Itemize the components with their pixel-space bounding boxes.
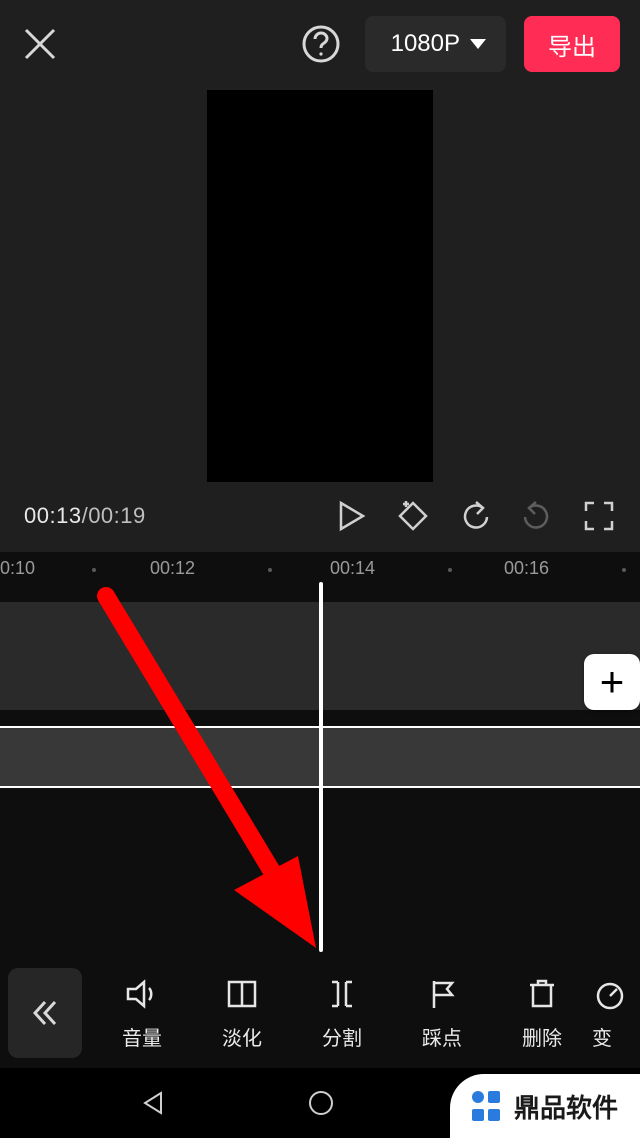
play-icon[interactable] [334,499,368,533]
tool-label: 分割 [322,1022,362,1051]
nav-back-icon[interactable] [139,1089,167,1117]
tool-fade[interactable]: 淡化 [192,967,292,1059]
tool-label: 音量 [122,1022,162,1051]
tools-scroll[interactable]: 音量 淡化 分割 踩点 删 [92,958,640,1068]
redo-icon[interactable] [520,499,554,533]
transport-bar: 00:13/00:19 [0,486,640,552]
time-total: 00:19 [88,503,146,528]
timecode: 00:13/00:19 [24,503,146,529]
plus-icon: + [600,658,625,706]
export-button[interactable]: 导出 [524,16,620,72]
fullscreen-icon[interactable] [582,499,616,533]
split-icon [324,976,360,1012]
tool-label: 变 [592,1022,612,1051]
bottom-toolstrip: 音量 淡化 分割 踩点 删 [0,958,640,1068]
ruler-dot [622,568,626,572]
tool-speed[interactable]: 变 [592,967,640,1059]
resolution-label: 1080P [391,30,460,58]
watermark-badge: 鼎品软件 [450,1074,640,1138]
export-label: 导出 [548,27,596,62]
resolution-dropdown[interactable]: 1080P [365,16,506,72]
tool-split[interactable]: 分割 [292,967,392,1059]
collapse-tools-button[interactable] [8,968,82,1058]
nav-home-icon[interactable] [306,1088,336,1118]
tool-volume[interactable]: 音量 [92,967,192,1059]
speed-icon [592,976,628,1012]
ruler-tick: 00:16 [504,558,549,579]
volume-icon [124,976,160,1012]
watermark-text: 鼎品软件 [514,1088,618,1125]
fade-icon [224,976,260,1012]
tool-label: 踩点 [422,1022,462,1051]
beat-flag-icon [424,976,460,1012]
ruler-dot [92,568,96,572]
playhead[interactable] [319,582,323,952]
timeline-tracks[interactable]: + [0,588,640,960]
video-preview-area [0,88,640,486]
video-preview-frame[interactable] [207,90,433,482]
ruler-tick: 0:10 [0,558,35,579]
chevrons-left-icon [28,996,62,1030]
delete-icon [524,976,560,1012]
help-icon[interactable] [301,24,341,64]
time-current: 00:13 [24,503,82,528]
watermark-logo-icon [468,1087,506,1125]
tool-delete[interactable]: 删除 [492,967,592,1059]
close-icon[interactable] [20,24,60,64]
top-bar: 1080P 导出 [0,0,640,88]
ruler-dot [268,568,272,572]
ruler-tick: 00:14 [330,558,375,579]
tool-beat[interactable]: 踩点 [392,967,492,1059]
ruler-dot [448,568,452,572]
add-media-button[interactable]: + [584,654,640,710]
tool-label: 删除 [522,1022,562,1051]
caret-down-icon [470,39,486,49]
keyframe-add-icon[interactable] [396,499,430,533]
ruler-tick: 00:12 [150,558,195,579]
tool-label: 淡化 [222,1022,262,1051]
undo-icon[interactable] [458,499,492,533]
